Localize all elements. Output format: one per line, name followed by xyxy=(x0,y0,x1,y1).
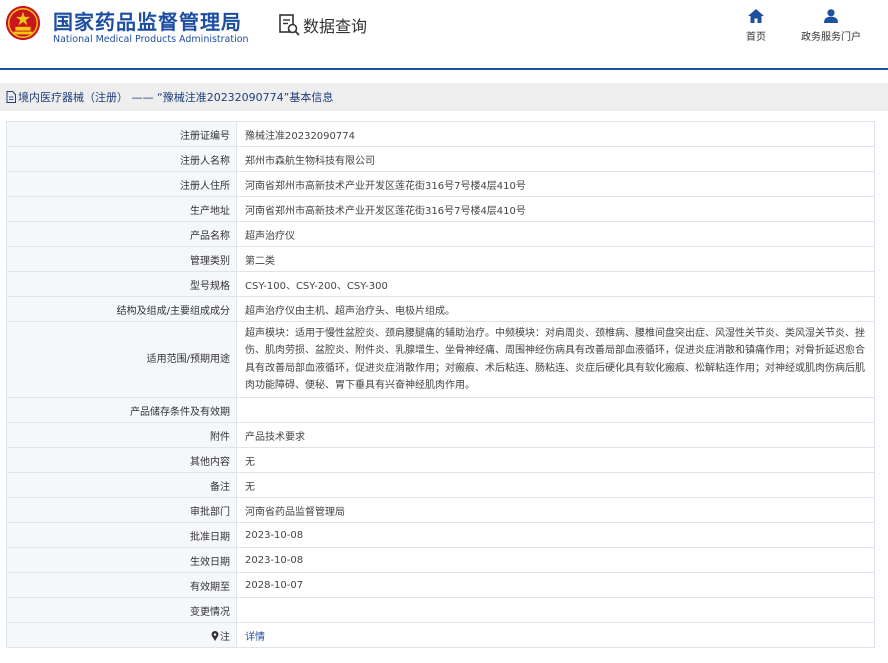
breadcrumb: 境内医疗器械（注册） —— “豫械注准20232090774”基本信息 xyxy=(0,83,888,111)
field-value: 超声治疗仪由主机、超声治疗头、电极片组成。 xyxy=(236,296,875,322)
pin-icon xyxy=(211,630,219,641)
field-label: 注 xyxy=(6,622,237,648)
data-query-link[interactable]: 数据查询 xyxy=(277,12,367,38)
field-label: 变更情况 xyxy=(6,597,237,623)
table-row: 注册人名称 郑州市森航生物科技有限公司 xyxy=(6,146,875,172)
table-row: 批准日期 2023-10-08 xyxy=(6,522,875,548)
field-value: 豫械注准20232090774 xyxy=(236,121,875,147)
field-label: 注册人名称 xyxy=(6,146,237,172)
field-value xyxy=(236,397,875,423)
site-header: 国家药品监督管理局 National Medical Products Admi… xyxy=(0,0,888,70)
field-label: 有效期至 xyxy=(6,572,237,598)
field-label: 型号规格 xyxy=(6,271,237,297)
field-label: 生产地址 xyxy=(6,196,237,222)
table-row: 附件 产品技术要求 xyxy=(6,422,875,448)
table-row: 生效日期 2023-10-08 xyxy=(6,547,875,573)
document-icon xyxy=(6,91,16,103)
nav-home-link[interactable]: 首页 xyxy=(740,9,772,43)
table-row: 注册证编号 豫械注准20232090774 xyxy=(6,121,875,147)
field-label: 附件 xyxy=(6,422,237,448)
nav-service-label: 政务服务门户 xyxy=(801,32,861,43)
field-label: 备注 xyxy=(6,472,237,498)
table-row-note: 注 详情 xyxy=(6,622,875,648)
document-search-icon xyxy=(279,14,300,36)
note-label: 注 xyxy=(220,631,230,643)
field-label: 生效日期 xyxy=(6,547,237,573)
national-emblem-icon xyxy=(5,5,41,41)
field-value: 河南省郑州市高新技术产业开发区莲花街316号7号楼4层410号 xyxy=(236,171,875,197)
field-value: 第二类 xyxy=(236,246,875,272)
field-value: 超声模块：适用于慢性盆腔炎、颈肩腰腿痛的辅助治疗。中频模块：对肩周炎、颈椎病、腰… xyxy=(236,321,875,398)
table-row: 有效期至 2028-10-07 xyxy=(6,572,875,598)
table-row: 管理类别 第二类 xyxy=(6,246,875,272)
field-value: 无 xyxy=(236,472,875,498)
site-title-en[interactable]: National Medical Products Administration xyxy=(53,34,249,45)
field-label: 批准日期 xyxy=(6,522,237,548)
field-value: 无 xyxy=(236,447,875,473)
field-label: 产品储存条件及有效期 xyxy=(6,397,237,423)
table-row: 注册人住所 河南省郑州市高新技术产业开发区莲花街316号7号楼4层410号 xyxy=(6,171,875,197)
field-label: 注册证编号 xyxy=(6,121,237,147)
table-row: 变更情况 xyxy=(6,597,875,623)
field-value: 河南省郑州市高新技术产业开发区莲花街316号7号楼4层410号 xyxy=(236,196,875,222)
field-value: 产品技术要求 xyxy=(236,422,875,448)
breadcrumb-text: 境内医疗器械（注册） —— “豫械注准20232090774”基本信息 xyxy=(18,91,334,104)
field-label: 管理类别 xyxy=(6,246,237,272)
field-label: 结构及组成/主要组成成分 xyxy=(6,296,237,322)
field-label: 注册人住所 xyxy=(6,171,237,197)
field-value: 2028-10-07 xyxy=(236,572,875,598)
table-row: 产品储存条件及有效期 xyxy=(6,397,875,423)
table-row: 其他内容无 xyxy=(6,447,875,473)
site-title-cn[interactable]: 国家药品监督管理局 xyxy=(53,6,242,35)
field-value xyxy=(236,597,875,623)
table-row: 结构及组成/主要组成成分 超声治疗仪由主机、超声治疗头、电极片组成。 xyxy=(6,296,875,322)
field-value: 河南省药品监督管理局 xyxy=(236,497,875,523)
table-row: 产品名称 超声治疗仪 xyxy=(6,221,875,247)
field-label: 审批部门 xyxy=(6,497,237,523)
nav-service-portal-link[interactable]: 政务服务门户 xyxy=(796,9,866,43)
home-icon xyxy=(748,9,764,23)
data-query-label: 数据查询 xyxy=(303,17,368,36)
field-value: 2023-10-08 xyxy=(236,522,875,548)
details-link[interactable]: 详情 xyxy=(245,632,265,643)
table-row: 型号规格 CSY-100、CSY-200、CSY-300 xyxy=(6,271,875,297)
field-value: 详情 xyxy=(236,622,875,648)
field-label: 产品名称 xyxy=(6,221,237,247)
table-row: 审批部门 河南省药品监督管理局 xyxy=(6,497,875,523)
nav-home-label: 首页 xyxy=(746,32,766,43)
field-value: CSY-100、CSY-200、CSY-300 xyxy=(236,271,875,297)
field-label: 其他内容 xyxy=(6,447,237,473)
field-label: 适用范围/预期用途 xyxy=(6,321,237,398)
field-value: 郑州市森航生物科技有限公司 xyxy=(236,146,875,172)
field-value: 2023-10-08 xyxy=(236,547,875,573)
table-row: 适用范围/预期用途 超声模块：适用于慢性盆腔炎、颈肩腰腿痛的辅助治疗。中频模块：对… xyxy=(6,321,875,398)
field-value: 超声治疗仪 xyxy=(236,221,875,247)
table-row: 备注无 xyxy=(6,472,875,498)
user-icon xyxy=(824,9,838,23)
registration-info-table: 注册证编号 豫械注准20232090774 注册人名称 郑州市森航生物科技有限公司 注册… xyxy=(6,121,875,648)
table-row: 生产地址 河南省郑州市高新技术产业开发区莲花街316号7号楼4层410号 xyxy=(6,196,875,222)
